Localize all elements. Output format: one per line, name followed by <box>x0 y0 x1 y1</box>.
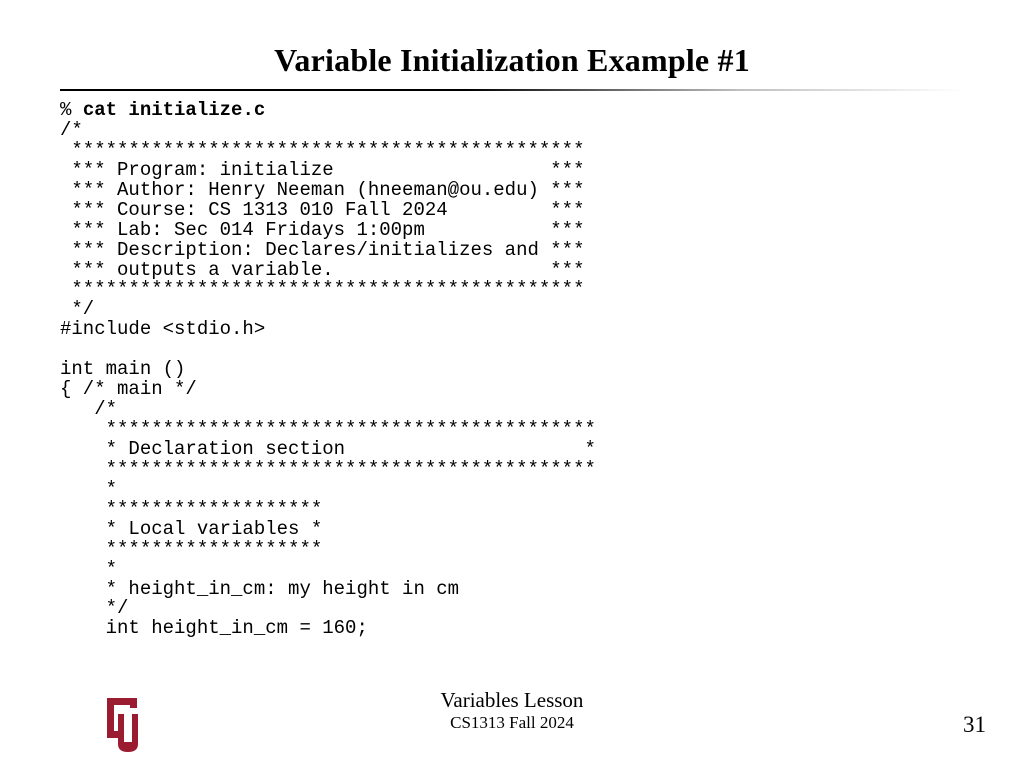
shell-command: cat initialize.c <box>83 99 265 121</box>
c-source-code: /* *************************************… <box>60 119 596 639</box>
page-number: 31 <box>963 712 986 738</box>
code-block: % cat initialize.c /* ******************… <box>60 101 964 639</box>
footer-lesson: Variables Lesson <box>0 688 1024 713</box>
slide: Variable Initialization Example #1 % cat… <box>0 0 1024 768</box>
shell-prompt-line: % cat initialize.c <box>60 99 265 121</box>
footer-course: CS1313 Fall 2024 <box>0 713 1024 733</box>
title-divider <box>60 89 964 91</box>
shell-prompt: % <box>60 99 83 121</box>
slide-footer: Variables Lesson CS1313 Fall 2024 31 <box>0 688 1024 744</box>
footer-center: Variables Lesson CS1313 Fall 2024 <box>0 688 1024 733</box>
slide-title: Variable Initialization Example #1 <box>60 42 964 79</box>
